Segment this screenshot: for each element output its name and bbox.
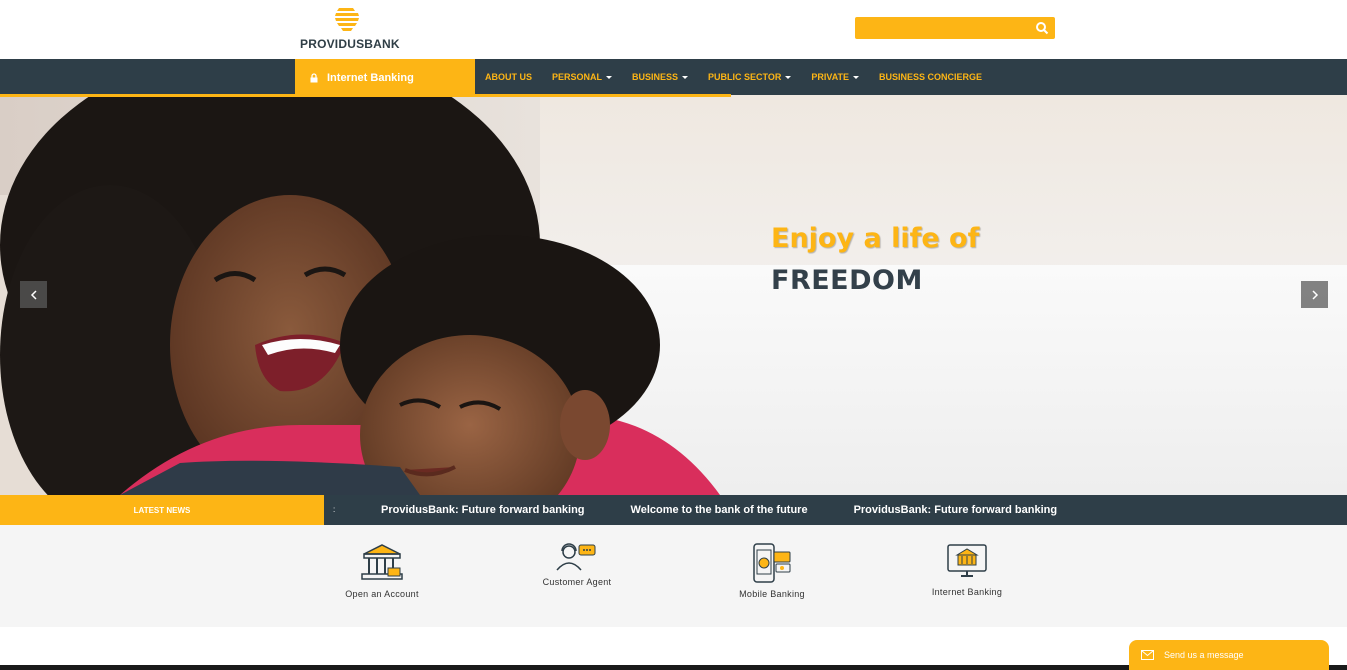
chevron-left-icon [30, 289, 37, 300]
nav-label: PRIVATE [811, 72, 850, 82]
carousel-prev-button[interactable] [20, 281, 47, 308]
internet-banking-link[interactable]: Internet Banking [897, 525, 1037, 627]
mobile-banking-link[interactable]: Mobile Banking [702, 525, 842, 627]
customer-agent-icon [556, 543, 596, 571]
nav-item-private[interactable]: PRIVATE [801, 72, 869, 82]
hero-photo-mother-child [0, 95, 720, 495]
send-message-widget[interactable]: Send us a message [1129, 640, 1329, 670]
main-nav: Internet Banking ABOUT US PERSONAL BUSIN… [0, 59, 1347, 97]
search-input[interactable] [855, 17, 1025, 39]
open-account-link[interactable]: Open an Account [312, 525, 452, 627]
news-item[interactable]: ProvidusBank: Future forward banking [854, 504, 1058, 516]
caret-down-icon [853, 75, 860, 79]
nav-menu: ABOUT US PERSONAL BUSINESS PUBLIC SECTOR… [475, 59, 992, 95]
nav-label: PUBLIC SECTOR [708, 72, 782, 82]
providus-logo[interactable]: PROVIDUSBANK [300, 6, 400, 52]
bank-building-icon [361, 544, 403, 580]
mobile-banking-icon [753, 543, 791, 583]
news-item[interactable]: ProvidusBank: Future forward banking [381, 504, 585, 516]
nav-label: BUSINESS CONCIERGE [879, 72, 983, 82]
open-account-label: Open an Account [345, 589, 419, 599]
latest-news-label: LATEST NEWS [0, 495, 324, 525]
nav-item-personal[interactable]: PERSONAL [542, 72, 622, 82]
nav-item-business[interactable]: BUSINESS [622, 72, 698, 82]
nav-accent-bar [0, 94, 731, 97]
providus-logo-mark-icon [335, 8, 359, 31]
customer-agent-link[interactable]: Customer Agent [507, 525, 647, 627]
quick-links: Open an Account Customer Agent Mobile Ba… [0, 525, 1347, 627]
latest-news-text: LATEST NEWS [133, 505, 191, 515]
chevron-right-icon [1311, 289, 1318, 300]
hero-carousel: Enjoy a life of FREEDOM [0, 95, 1347, 495]
nav-item-about-us[interactable]: ABOUT US [475, 72, 542, 82]
logo-text: PROVIDUSBANK [300, 37, 400, 51]
mobile-banking-label: Mobile Banking [739, 589, 805, 599]
monitor-bank-icon [947, 544, 987, 577]
customer-agent-label: Customer Agent [542, 577, 612, 587]
news-separator: : [333, 505, 336, 514]
news-items: ProvidusBank: Future forward banking Wel… [381, 495, 1103, 525]
hero-headline: Enjoy a life of [771, 223, 980, 254]
internet-banking-button[interactable]: Internet Banking [295, 59, 475, 97]
search-icon[interactable] [1035, 21, 1049, 35]
internet-banking-link-label: Internet Banking [931, 587, 1003, 597]
caret-down-icon [785, 75, 792, 79]
nav-item-business-concierge[interactable]: BUSINESS CONCIERGE [869, 72, 992, 82]
nav-label: PERSONAL [552, 72, 603, 82]
caret-down-icon [682, 75, 689, 79]
caret-down-icon [606, 75, 613, 79]
internet-banking-label: Internet Banking [327, 72, 414, 84]
hero-subheadline: FREEDOM [771, 265, 923, 296]
send-message-label: Send us a message [1164, 650, 1244, 660]
nav-label: ABOUT US [485, 72, 532, 82]
site-header: PROVIDUSBANK [0, 0, 1347, 59]
news-item[interactable]: Welcome to the bank of the future [631, 504, 808, 516]
news-ticker: LATEST NEWS : ProvidusBank: Future forwa… [0, 495, 1347, 525]
lock-icon [310, 73, 318, 83]
search-box [855, 17, 1055, 39]
envelope-icon [1141, 650, 1154, 660]
carousel-next-button[interactable] [1301, 281, 1328, 308]
nav-item-public-sector[interactable]: PUBLIC SECTOR [698, 72, 801, 82]
nav-label: BUSINESS [632, 72, 679, 82]
